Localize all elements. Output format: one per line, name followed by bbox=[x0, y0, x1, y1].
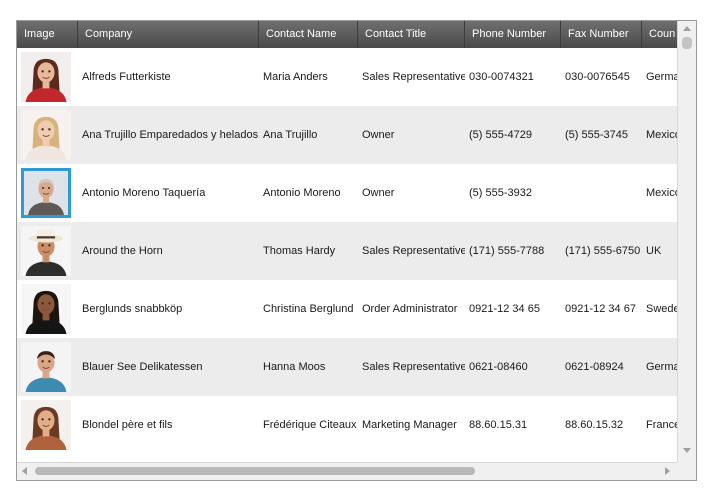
contact-title-cell[interactable]: Owner bbox=[358, 164, 465, 222]
column-header-company[interactable]: Company bbox=[78, 21, 259, 48]
contact-name-cell[interactable]: Ana Trujillo bbox=[259, 106, 358, 164]
grid-header: Image Company Contact Name Contact Title… bbox=[17, 21, 677, 48]
contact-title-cell[interactable]: Sales Representative bbox=[358, 48, 465, 106]
fax-cell[interactable]: 0921-12 34 67 bbox=[561, 280, 642, 338]
column-header-image[interactable]: Image bbox=[17, 21, 78, 48]
contact-name-cell[interactable]: Christina Berglund bbox=[259, 280, 358, 338]
horizontal-scrollbar[interactable] bbox=[17, 462, 677, 480]
avatar[interactable] bbox=[21, 284, 71, 334]
scroll-down-icon[interactable] bbox=[683, 448, 691, 453]
avatar[interactable] bbox=[21, 168, 71, 218]
horizontal-scroll-thumb[interactable] bbox=[35, 467, 475, 475]
contact-title-cell[interactable]: Order Administrator bbox=[358, 280, 465, 338]
column-header-contact-name[interactable]: Contact Name bbox=[259, 21, 358, 48]
company-cell[interactable]: Alfreds Futterkiste bbox=[78, 48, 259, 106]
avatar[interactable] bbox=[21, 226, 71, 276]
phone-cell[interactable]: 0921-12 34 65 bbox=[465, 280, 561, 338]
image-cell[interactable] bbox=[17, 106, 78, 164]
customers-grid[interactable]: Image Company Contact Name Contact Title… bbox=[16, 20, 697, 481]
image-cell[interactable] bbox=[17, 396, 78, 454]
contact-name-cell[interactable]: Maria Anders bbox=[259, 48, 358, 106]
table-row[interactable]: Ana Trujillo Emparedados y helados Ana Tr… bbox=[17, 106, 677, 164]
avatar[interactable] bbox=[21, 52, 71, 102]
fax-cell[interactable] bbox=[561, 164, 642, 222]
company-cell[interactable]: Around the Horn bbox=[78, 222, 259, 280]
country-cell[interactable]: Germa bbox=[642, 48, 677, 106]
fax-cell[interactable]: (5) 555-3745 bbox=[561, 106, 642, 164]
scrollbar-corner bbox=[677, 462, 696, 480]
column-header-phone-number[interactable]: Phone Number bbox=[465, 21, 561, 48]
phone-cell[interactable]: (5) 555-3932 bbox=[465, 164, 561, 222]
scroll-right-icon[interactable] bbox=[665, 467, 670, 475]
contact-name-cell[interactable]: Antonio Moreno bbox=[259, 164, 358, 222]
country-cell[interactable]: UK bbox=[642, 222, 677, 280]
country-cell[interactable]: France bbox=[642, 396, 677, 454]
scroll-up-icon[interactable] bbox=[683, 26, 691, 31]
avatar[interactable] bbox=[21, 110, 71, 160]
fax-cell[interactable]: 0621-08924 bbox=[561, 338, 642, 396]
vertical-scroll-thumb[interactable] bbox=[682, 37, 692, 49]
image-cell[interactable] bbox=[17, 222, 78, 280]
country-cell[interactable]: Mexico bbox=[642, 106, 677, 164]
phone-cell[interactable]: 030-0074321 bbox=[465, 48, 561, 106]
table-row[interactable]: Berglunds snabbköp Christina Berglund Orde… bbox=[17, 280, 677, 338]
column-header-fax-number[interactable]: Fax Number bbox=[561, 21, 642, 48]
company-cell[interactable]: Antonio Moreno Taquería bbox=[78, 164, 259, 222]
country-cell[interactable]: Germa bbox=[642, 338, 677, 396]
contact-name-cell[interactable]: Thomas Hardy bbox=[259, 222, 358, 280]
fax-cell[interactable]: 88.60.15.32 bbox=[561, 396, 642, 454]
table-row[interactable]: Alfreds Futterkiste Maria Anders Sales Rep… bbox=[17, 48, 677, 106]
column-header-contact-title[interactable]: Contact Title bbox=[358, 21, 465, 48]
image-cell[interactable] bbox=[17, 338, 78, 396]
table-row[interactable]: Blondel père et fils Frédérique Citeaux Ma… bbox=[17, 396, 677, 454]
contact-title-cell[interactable]: Owner bbox=[358, 106, 465, 164]
phone-cell[interactable]: 88.60.15.31 bbox=[465, 396, 561, 454]
phone-cell[interactable]: (171) 555-7788 bbox=[465, 222, 561, 280]
company-cell[interactable]: Berglunds snabbköp bbox=[78, 280, 259, 338]
contact-name-cell[interactable]: Hanna Moos bbox=[259, 338, 358, 396]
column-header-country[interactable]: Coun bbox=[642, 21, 677, 48]
vertical-scrollbar[interactable] bbox=[677, 21, 696, 462]
contact-title-cell[interactable]: Marketing Manager bbox=[358, 396, 465, 454]
phone-cell[interactable]: (5) 555-4729 bbox=[465, 106, 561, 164]
grid-body: Alfreds Futterkiste Maria Anders Sales Rep… bbox=[17, 48, 677, 462]
image-cell[interactable] bbox=[17, 48, 78, 106]
table-row[interactable]: Antonio Moreno Taquería Antonio Moreno Own… bbox=[17, 164, 677, 222]
contact-name-cell[interactable]: Frédérique Citeaux bbox=[259, 396, 358, 454]
country-cell[interactable]: Swede bbox=[642, 280, 677, 338]
scroll-left-icon[interactable] bbox=[22, 467, 27, 475]
fax-cell[interactable]: 030-0076545 bbox=[561, 48, 642, 106]
avatar[interactable] bbox=[21, 342, 71, 392]
image-cell[interactable] bbox=[17, 280, 78, 338]
table-row[interactable]: Blauer See Delikatessen Hanna Moos Sales R… bbox=[17, 338, 677, 396]
image-cell[interactable] bbox=[17, 164, 78, 222]
company-cell[interactable]: Ana Trujillo Emparedados y helados bbox=[78, 106, 259, 164]
country-cell[interactable]: Mexico bbox=[642, 164, 677, 222]
table-row[interactable]: Around the Horn Thomas Hardy Sales Represe… bbox=[17, 222, 677, 280]
company-cell[interactable]: Blauer See Delikatessen bbox=[78, 338, 259, 396]
fax-cell[interactable]: (171) 555-6750 bbox=[561, 222, 642, 280]
avatar[interactable] bbox=[21, 400, 71, 450]
contact-title-cell[interactable]: Sales Representative bbox=[358, 338, 465, 396]
phone-cell[interactable]: 0621-08460 bbox=[465, 338, 561, 396]
contact-title-cell[interactable]: Sales Representative bbox=[358, 222, 465, 280]
company-cell[interactable]: Blondel père et fils bbox=[78, 396, 259, 454]
